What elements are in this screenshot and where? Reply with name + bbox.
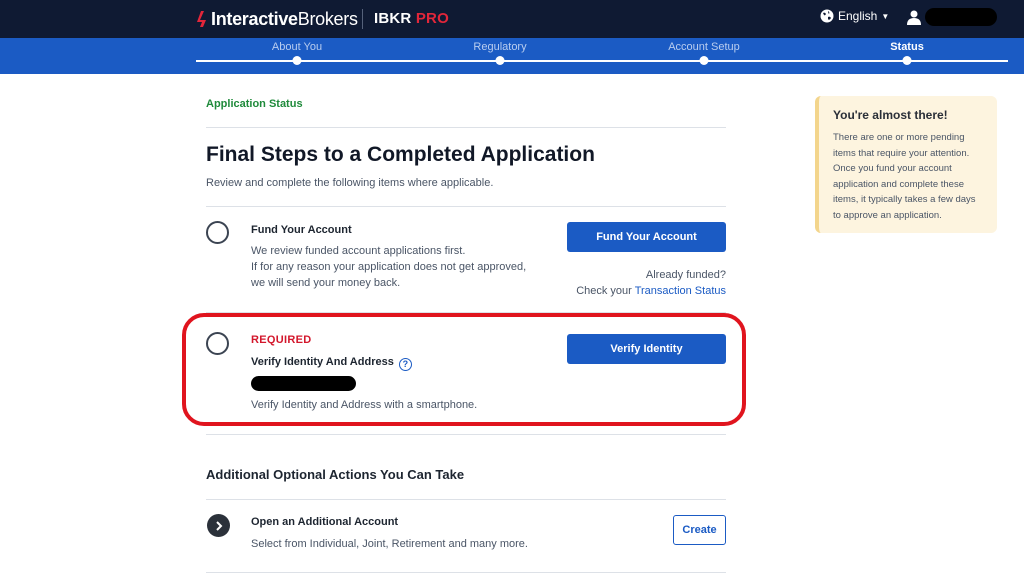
header-divider [362, 9, 363, 29]
create-account-button[interactable]: Create [673, 515, 726, 545]
user-menu[interactable] [907, 8, 997, 26]
divider [206, 572, 726, 573]
brand-logo[interactable]: InteractiveBrokers [195, 8, 358, 30]
divider [206, 434, 726, 435]
optional-actions-heading: Additional Optional Actions You Can Take [206, 467, 465, 482]
step-account-setup[interactable]: Account Setup [668, 41, 740, 53]
divider [206, 206, 726, 207]
caret-down-icon: ▼ [881, 11, 890, 21]
highlight-annotation [182, 313, 746, 426]
step-dot-about-you [292, 56, 302, 65]
application-progress-bar: About You Regulatory Account Setup Statu… [0, 38, 1024, 74]
step-dot-status [902, 56, 912, 65]
step-regulatory[interactable]: Regulatory [473, 41, 526, 53]
fund-item-title: Fund Your Account [251, 224, 352, 236]
breadcrumb: Application Status [206, 98, 303, 110]
product-name: IBKR PRO [374, 10, 449, 27]
step-about-you[interactable]: About You [272, 41, 322, 53]
progress-track [196, 60, 1008, 62]
card-title: You're almost there! [833, 108, 948, 122]
globe-icon [820, 9, 834, 23]
almost-there-card: You're almost there! There are one or mo… [815, 96, 997, 233]
card-text: There are one or more pending items that… [833, 132, 976, 221]
transaction-status-link[interactable]: Transaction Status [635, 285, 726, 297]
brand-mark-icon [197, 11, 206, 27]
language-selector[interactable]: English ▼ [820, 9, 889, 23]
page-title: Final Steps to a Completed Application [206, 143, 595, 166]
chevron-right-icon[interactable] [207, 514, 230, 537]
user-icon [907, 10, 921, 25]
brand-name: InteractiveBrokers [211, 8, 358, 29]
fund-status-circle-icon [206, 221, 229, 244]
additional-account-title: Open an Additional Account [251, 516, 399, 528]
top-header: InteractiveBrokers IBKR PRO English ▼ [0, 0, 1024, 38]
divider [206, 499, 726, 500]
already-funded-note: Already funded? Check your Transaction S… [576, 269, 726, 297]
username-redacted [925, 8, 997, 26]
step-dot-regulatory [495, 56, 505, 65]
step-status[interactable]: Status [890, 41, 924, 53]
language-label: English [838, 9, 878, 23]
divider [206, 127, 726, 128]
fund-account-button[interactable]: Fund Your Account [567, 222, 726, 252]
additional-account-description: Select from Individual, Joint, Retiremen… [251, 538, 528, 550]
step-dot-account-setup [699, 56, 709, 65]
fund-item-description: We review funded account applications fi… [251, 245, 527, 289]
page-subtitle: Review and complete the following items … [206, 177, 494, 189]
